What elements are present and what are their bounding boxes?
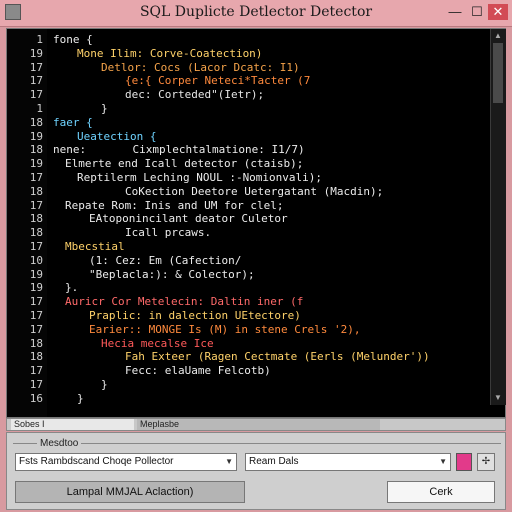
check-button[interactable]: Cerk — [387, 481, 495, 503]
code-line: Earier:: MONGE Is (M) in stene Crels '2)… — [89, 322, 361, 336]
line-number: 17 — [29, 322, 43, 336]
status-position: Sobes I — [11, 419, 134, 430]
code-line: Mbecstial — [65, 240, 125, 253]
status-mode[interactable]: Meplasbe — [137, 419, 380, 430]
code-line: Elmerte end Icall detector (ctaisb); — [65, 157, 304, 171]
line-number: 10 — [29, 253, 43, 267]
data-select[interactable]: Ream Dals ▼ — [245, 453, 451, 471]
scroll-up-arrow-icon[interactable]: ▲ — [493, 31, 503, 40]
line-number: 17 — [29, 309, 43, 322]
line-number: 18 — [29, 336, 43, 350]
code-line: } — [101, 102, 108, 115]
line-number: 17 — [29, 171, 43, 184]
line-number: 17 — [29, 198, 43, 212]
scroll-down-arrow-icon[interactable]: ▼ — [493, 393, 503, 402]
data-select-value: Ream Dals — [249, 456, 299, 467]
minimize-button[interactable]: — — [446, 4, 464, 20]
line-number: 19 — [29, 281, 43, 295]
line-number: 17 — [29, 240, 43, 253]
line-number: 18 — [29, 212, 43, 226]
code-line: } — [101, 378, 108, 391]
vertical-scrollbar[interactable]: ▲ ▼ — [490, 29, 506, 405]
manual-action-button[interactable]: Lampal MMJAL Aclaction) — [15, 481, 245, 503]
code-area[interactable]: fone {Mone Ilim: Corve-Coatection) Detlor… — [49, 29, 489, 405]
status-bar: Sobes I Meplasbe — [6, 418, 506, 431]
line-number: 18 — [29, 226, 43, 240]
chevron-down-icon: ▼ — [225, 457, 233, 466]
code-line: Repate Rom: Inis and UM for clel; — [65, 198, 284, 212]
chevron-down-icon: ▼ — [439, 457, 447, 466]
line-number: 19 — [29, 267, 43, 281]
code-line: dec: Corteded"(Ietr); — [125, 88, 265, 102]
code-line: Mone Ilim: Corve-Coatection) — [77, 46, 263, 60]
app-window: SQL Duplicte Detlector Detector — ☐ ✕ 11… — [0, 0, 512, 512]
line-number: 17 — [29, 364, 43, 378]
window-title: SQL Duplicte Detlector Detector — [139, 4, 373, 20]
line-number-gutter: 1 19 17 17 17 1 18 19 18 19 17 18 17 18 18 17 10 19 19 17 17… — [7, 29, 47, 417]
code-line: Ueatection { — [77, 129, 157, 143]
code-line: }. — [65, 281, 79, 295]
code-line: } — [77, 391, 84, 405]
line-number: 19 — [29, 129, 43, 143]
code-line: Praplic: in dalection UEtectore) — [89, 309, 301, 322]
code-line: Detlor: Cocs (Lacor Dcatc: I1) — [101, 60, 300, 74]
line-number: 18 — [29, 115, 43, 129]
line-number: 17 — [29, 295, 43, 309]
code-line: fone { — [53, 33, 93, 46]
line-number: 16 — [29, 391, 43, 405]
code-line: EAtoponincilant deator Culetor — [89, 212, 288, 226]
code-line: Fecc: elaUame Felcotb) — [125, 364, 271, 378]
line-number: 1 — [36, 102, 43, 115]
line-number: 19 — [29, 46, 43, 60]
color-picker-button[interactable] — [456, 453, 472, 471]
group-divider — [13, 443, 501, 444]
collector-select-value: Fsts Rambdscand Choqe Pollector — [19, 456, 174, 467]
line-number: 17 — [29, 74, 43, 88]
code-line: nene: Cixmplechtalmatione: I1/7) — [53, 143, 305, 157]
code-line: Reptilerm Leching NOUL :-Nomionvali); — [77, 171, 323, 184]
line-number: 18 — [29, 143, 43, 157]
close-button[interactable]: ✕ — [488, 4, 508, 20]
code-line: "Beplacla:): & Colector); — [89, 267, 255, 281]
scroll-thumb[interactable] — [493, 43, 503, 103]
line-number: 17 — [29, 60, 43, 74]
code-line: {e:{ Corper Neteci*Tacter (7 — [125, 74, 311, 88]
code-line: (1: Cez: Em (Cafection/ — [89, 253, 242, 267]
line-number: 19 — [29, 157, 43, 171]
group-label: Mesdtoo — [37, 438, 82, 449]
tool-icon[interactable]: ✢ — [477, 453, 495, 471]
maximize-button[interactable]: ☐ — [468, 4, 486, 20]
options-panel: Mesdtoo Fsts Rambdscand Choqe Pollector … — [6, 432, 506, 510]
line-number: 18 — [29, 184, 43, 198]
line-number: 17 — [29, 88, 43, 102]
collector-select[interactable]: Fsts Rambdscand Choqe Pollector ▼ — [15, 453, 237, 471]
line-number: 17 — [29, 378, 43, 391]
code-line: Hecia mecalse Ice — [101, 336, 214, 350]
code-line: faer { — [53, 115, 93, 129]
code-line: Auricr Cor Metelecin: Daltin iner (f — [65, 295, 304, 309]
line-number: 18 — [29, 350, 43, 364]
code-editor[interactable]: 1 19 17 17 17 1 18 19 18 19 17 18 17 18 18 17 10 19 19 17 17… — [6, 28, 506, 418]
code-line: CoKection Deetore Uetergatant (Macdin); — [125, 184, 384, 198]
line-number: 1 — [36, 33, 43, 46]
title-bar[interactable]: SQL Duplicte Detlector Detector — ☐ ✕ — [0, 0, 512, 27]
code-line: Icall prcaws. — [125, 226, 212, 240]
code-line: Fah Exteer (Ragen Cectmate (Eerls (Melun… — [125, 350, 430, 364]
